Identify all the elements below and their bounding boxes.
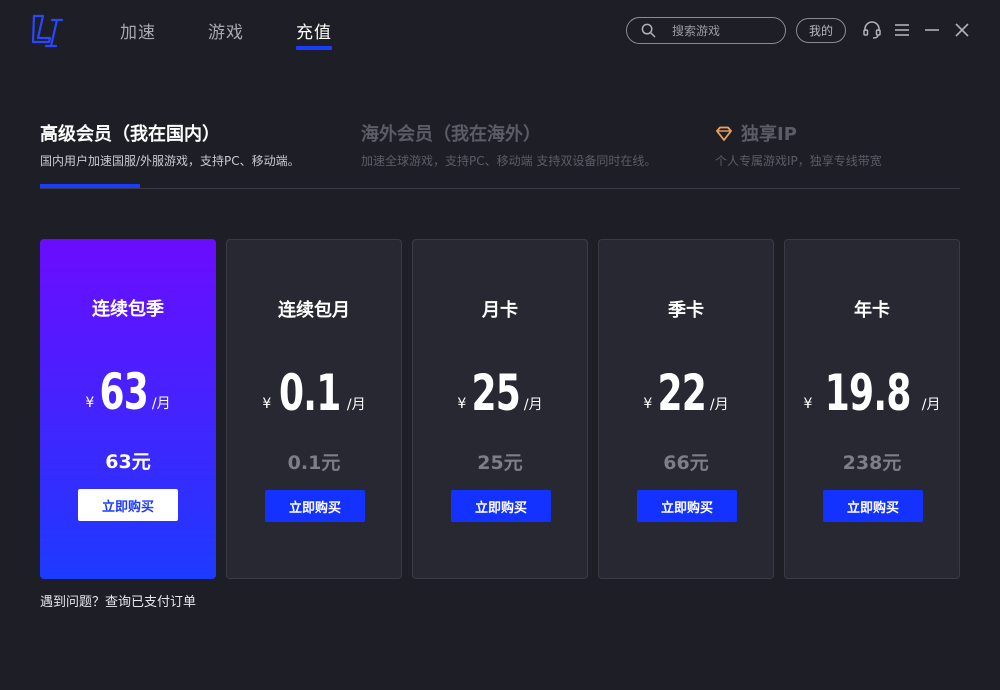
close-icon[interactable]: [952, 20, 972, 40]
plan-total: 25元: [477, 452, 523, 474]
menu-icon[interactable]: [892, 20, 912, 40]
buy-now-button[interactable]: 立即购买: [637, 490, 737, 522]
plan-amount: 19.8: [825, 364, 912, 422]
plan-unit: /月: [151, 396, 171, 412]
tab-overseas-subtitle: 加速全球游戏，支持PC、移动端 支持双设备同时在线。: [361, 154, 657, 168]
plan-card[interactable]: 连续包季 ¥ 63 /月 63元 立即购买: [40, 239, 216, 579]
minimize-icon[interactable]: [922, 20, 942, 40]
main-nav: 加速 游戏 充值: [120, 18, 332, 50]
plan-price: ¥ 19.8 /月: [785, 358, 959, 418]
tab-overseas-title: 海外会员（我在海外）: [361, 124, 541, 145]
nav-accelerate[interactable]: 加速: [120, 18, 156, 46]
search-icon: [641, 23, 656, 38]
membership-tabs: 高级会员（我在国内） 国内用户加速国服/外服游戏，支持PC、移动端。 海外会员（…: [40, 120, 960, 189]
buy-now-button[interactable]: 立即购买: [823, 490, 923, 522]
diamond-icon: [716, 126, 732, 141]
plan-currency: ¥: [85, 395, 95, 411]
plan-name: 月卡: [482, 300, 518, 321]
plan-currency: ¥: [803, 396, 813, 412]
plan-amount: 63: [99, 363, 149, 421]
plan-price: ¥ 25 /月: [413, 358, 587, 418]
plan-amount: 0.1: [279, 364, 341, 422]
nav-recharge[interactable]: 充值: [296, 18, 332, 50]
plan-name: 季卡: [668, 300, 704, 321]
plan-price: ¥ 0.1 /月: [227, 358, 401, 418]
plan-price: ¥ 22 /月: [599, 358, 773, 418]
plan-name: 连续包月: [278, 300, 350, 321]
plan-price: ¥ 63 /月: [40, 357, 216, 417]
buy-now-button[interactable]: 立即购买: [265, 490, 365, 522]
tab-domestic-title: 高级会员（我在国内）: [40, 124, 220, 145]
plan-total: 66元: [663, 452, 709, 474]
plan-currency: ¥: [457, 396, 467, 412]
tab-dedicated-ip[interactable]: 独享IP 个人专属游戏IP，独享专线带宽: [715, 120, 882, 169]
tab-dedicated-ip-subtitle: 个人专属游戏IP，独享专线带宽: [715, 154, 882, 168]
top-bar: 加速 游戏 充值 搜索游戏 我的: [0, 0, 1000, 64]
buy-now-button[interactable]: 立即购买: [451, 490, 551, 522]
plan-total: 63元: [105, 451, 151, 473]
tab-dedicated-ip-title: 独享IP: [741, 124, 797, 145]
plan-cards: 连续包季 ¥ 63 /月 63元 立即购买 连续包月 ¥ 0.1 /月 0.1元…: [40, 239, 960, 579]
plan-unit: /月: [523, 397, 543, 413]
app-logo-icon: [31, 14, 64, 48]
help-order-link[interactable]: 遇到问题？查询已支付订单: [40, 591, 196, 610]
plan-card[interactable]: 季卡 ¥ 22 /月 66元 立即购买: [598, 239, 774, 579]
mine-button[interactable]: 我的: [796, 18, 846, 43]
plan-total: 238元: [842, 452, 902, 474]
plan-name: 连续包季: [92, 299, 164, 320]
plan-currency: ¥: [643, 396, 653, 412]
plan-unit: /月: [346, 397, 366, 413]
tab-domestic[interactable]: 高级会员（我在国内） 国内用户加速国服/外服游戏，支持PC、移动端。: [40, 120, 300, 169]
plan-card[interactable]: 月卡 ¥ 25 /月 25元 立即购买: [412, 239, 588, 579]
plan-card[interactable]: 年卡 ¥ 19.8 /月 238元 立即购买: [784, 239, 960, 579]
active-tab-indicator: [40, 184, 140, 188]
buy-now-button[interactable]: 立即购买: [78, 489, 178, 521]
plan-unit: /月: [921, 397, 941, 413]
search-input[interactable]: 搜索游戏: [626, 17, 786, 44]
plan-currency: ¥: [262, 396, 272, 412]
tab-domestic-subtitle: 国内用户加速国服/外服游戏，支持PC、移动端。: [40, 154, 300, 168]
plan-amount: 25: [471, 364, 521, 422]
plan-total: 0.1元: [287, 452, 341, 474]
nav-games[interactable]: 游戏: [208, 18, 244, 46]
headset-icon[interactable]: [862, 20, 882, 40]
tab-overseas[interactable]: 海外会员（我在海外） 加速全球游戏，支持PC、移动端 支持双设备同时在线。: [361, 120, 656, 169]
plan-amount: 22: [657, 364, 707, 422]
search-placeholder: 搜索游戏: [672, 24, 721, 38]
plan-unit: /月: [709, 397, 729, 413]
plan-card[interactable]: 连续包月 ¥ 0.1 /月 0.1元 立即购买: [226, 239, 402, 579]
plan-name: 年卡: [854, 300, 890, 321]
